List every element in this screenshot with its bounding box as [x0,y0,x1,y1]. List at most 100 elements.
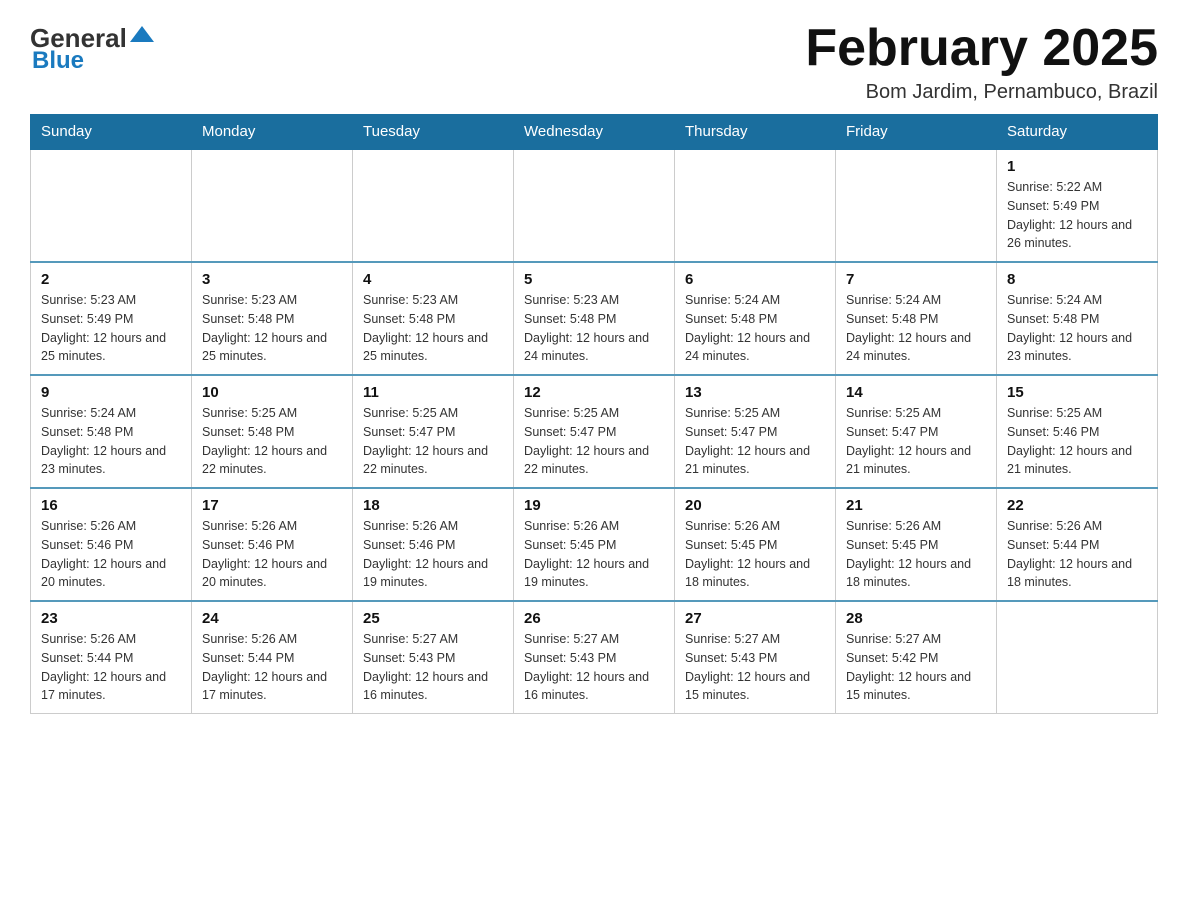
calendar-cell: 14 Sunrise: 5:25 AMSunset: 5:47 PMDayligh… [836,375,997,488]
calendar-cell: 20 Sunrise: 5:26 AMSunset: 5:45 PMDayligh… [675,488,836,601]
calendar-cell [31,149,192,262]
calendar-cell: 23 Sunrise: 5:26 AMSunset: 5:44 PMDayligh… [31,601,192,714]
calendar-cell: 1Sunrise: 5:22 AMSunset: 5:49 PMDaylight… [997,149,1158,262]
calendar-cell: 5Sunrise: 5:23 AMSunset: 5:48 PMDaylight… [514,262,675,375]
day-info: Sunrise: 5:24 AMSunset: 5:48 PMDaylight:… [685,291,825,366]
day-info: Sunrise: 5:26 AMSunset: 5:44 PMDaylight:… [41,630,181,705]
day-number: 3 [202,271,342,288]
calendar-cell: 9 Sunrise: 5:24 AMSunset: 5:48 PMDaylight… [31,375,192,488]
page-header: General Blue February 2025 Bom Jardim, P… [30,20,1158,104]
day-info: Sunrise: 5:24 AMSunset: 5:48 PMDaylight:… [1007,291,1147,366]
header-tuesday: Tuesday [353,115,514,150]
calendar-cell: 27 Sunrise: 5:27 AMSunset: 5:43 PMDayligh… [675,601,836,714]
calendar-cell: 22 Sunrise: 5:26 AMSunset: 5:44 PMDayligh… [997,488,1158,601]
day-info: Sunrise: 5:26 AMSunset: 5:44 PMDaylight:… [1007,517,1147,592]
calendar-cell: 13Sunrise: 5:25 AMSunset: 5:47 PMDayligh… [675,375,836,488]
day-number: 16 [41,497,181,514]
calendar-cell: 7Sunrise: 5:24 AMSunset: 5:48 PMDaylight… [836,262,997,375]
calendar-cell [192,149,353,262]
day-number: 15 [1007,384,1147,401]
calendar-cell: 15 Sunrise: 5:25 AMSunset: 5:46 PMDayligh… [997,375,1158,488]
day-info: Sunrise: 5:25 AMSunset: 5:47 PMDaylight:… [846,404,986,479]
calendar-cell: 24 Sunrise: 5:26 AMSunset: 5:44 PMDayligh… [192,601,353,714]
day-info: Sunrise: 5:25 AMSunset: 5:47 PMDaylight:… [524,404,664,479]
calendar-cell: 8 Sunrise: 5:24 AMSunset: 5:48 PMDaylight… [997,262,1158,375]
header-monday: Monday [192,115,353,150]
day-number: 19 [524,497,664,514]
location-title: Bom Jardim, Pernambuco, Brazil [805,81,1158,104]
day-number: 22 [1007,497,1147,514]
header-thursday: Thursday [675,115,836,150]
day-info: Sunrise: 5:26 AMSunset: 5:45 PMDaylight:… [524,517,664,592]
calendar-week-3: 9 Sunrise: 5:24 AMSunset: 5:48 PMDaylight… [31,375,1158,488]
day-number: 4 [363,271,503,288]
day-number: 20 [685,497,825,514]
header-saturday: Saturday [997,115,1158,150]
day-number: 5 [524,271,664,288]
title-section: February 2025 Bom Jardim, Pernambuco, Br… [805,20,1158,104]
day-info: Sunrise: 5:25 AMSunset: 5:47 PMDaylight:… [363,404,503,479]
day-number: 8 [1007,271,1147,288]
day-number: 11 [363,384,503,401]
calendar-cell: 3 Sunrise: 5:23 AMSunset: 5:48 PMDaylight… [192,262,353,375]
day-number: 21 [846,497,986,514]
calendar-cell: 6 Sunrise: 5:24 AMSunset: 5:48 PMDaylight… [675,262,836,375]
day-number: 7 [846,271,986,288]
day-number: 23 [41,610,181,627]
day-info: Sunrise: 5:27 AMSunset: 5:43 PMDaylight:… [524,630,664,705]
month-title: February 2025 [805,20,1158,77]
calendar-cell: 17Sunrise: 5:26 AMSunset: 5:46 PMDayligh… [192,488,353,601]
day-number: 14 [846,384,986,401]
day-info: Sunrise: 5:26 AMSunset: 5:46 PMDaylight:… [41,517,181,592]
day-info: Sunrise: 5:22 AMSunset: 5:49 PMDaylight:… [1007,178,1147,253]
day-number: 27 [685,610,825,627]
calendar-cell [353,149,514,262]
day-number: 25 [363,610,503,627]
calendar-cell: 2 Sunrise: 5:23 AMSunset: 5:49 PMDaylight… [31,262,192,375]
calendar-cell: 19 Sunrise: 5:26 AMSunset: 5:45 PMDayligh… [514,488,675,601]
calendar-cell: 28 Sunrise: 5:27 AMSunset: 5:42 PMDayligh… [836,601,997,714]
calendar-cell: 12Sunrise: 5:25 AMSunset: 5:47 PMDayligh… [514,375,675,488]
header-friday: Friday [836,115,997,150]
day-info: Sunrise: 5:23 AMSunset: 5:49 PMDaylight:… [41,291,181,366]
day-info: Sunrise: 5:27 AMSunset: 5:43 PMDaylight:… [685,630,825,705]
day-number: 10 [202,384,342,401]
calendar-cell [836,149,997,262]
day-info: Sunrise: 5:25 AMSunset: 5:47 PMDaylight:… [685,404,825,479]
calendar-header-row: Sunday Monday Tuesday Wednesday Thursday… [31,115,1158,150]
day-number: 24 [202,610,342,627]
logo: General Blue [30,25,154,75]
day-number: 17 [202,497,342,514]
logo-blue: Blue [32,47,84,75]
day-info: Sunrise: 5:26 AMSunset: 5:45 PMDaylight:… [685,517,825,592]
day-number: 26 [524,610,664,627]
calendar-cell [675,149,836,262]
day-info: Sunrise: 5:25 AMSunset: 5:46 PMDaylight:… [1007,404,1147,479]
day-info: Sunrise: 5:26 AMSunset: 5:44 PMDaylight:… [202,630,342,705]
calendar-week-4: 16 Sunrise: 5:26 AMSunset: 5:46 PMDayligh… [31,488,1158,601]
calendar-cell: 11 Sunrise: 5:25 AMSunset: 5:47 PMDayligh… [353,375,514,488]
day-number: 28 [846,610,986,627]
day-info: Sunrise: 5:27 AMSunset: 5:42 PMDaylight:… [846,630,986,705]
day-info: Sunrise: 5:27 AMSunset: 5:43 PMDaylight:… [363,630,503,705]
day-info: Sunrise: 5:25 AMSunset: 5:48 PMDaylight:… [202,404,342,479]
day-number: 9 [41,384,181,401]
calendar-cell: 25 Sunrise: 5:27 AMSunset: 5:43 PMDayligh… [353,601,514,714]
calendar-week-1: 1Sunrise: 5:22 AMSunset: 5:49 PMDaylight… [31,149,1158,262]
day-number: 18 [363,497,503,514]
calendar-cell [997,601,1158,714]
day-number: 6 [685,271,825,288]
day-number: 2 [41,271,181,288]
calendar-cell: 10 Sunrise: 5:25 AMSunset: 5:48 PMDayligh… [192,375,353,488]
day-info: Sunrise: 5:23 AMSunset: 5:48 PMDaylight:… [363,291,503,366]
day-info: Sunrise: 5:26 AMSunset: 5:45 PMDaylight:… [846,517,986,592]
header-sunday: Sunday [31,115,192,150]
calendar-week-5: 23 Sunrise: 5:26 AMSunset: 5:44 PMDayligh… [31,601,1158,714]
calendar-table: Sunday Monday Tuesday Wednesday Thursday… [30,114,1158,714]
day-info: Sunrise: 5:26 AMSunset: 5:46 PMDaylight:… [363,517,503,592]
calendar-cell: 4 Sunrise: 5:23 AMSunset: 5:48 PMDaylight… [353,262,514,375]
day-info: Sunrise: 5:23 AMSunset: 5:48 PMDaylight:… [202,291,342,366]
calendar-week-2: 2 Sunrise: 5:23 AMSunset: 5:49 PMDaylight… [31,262,1158,375]
calendar-cell: 26 Sunrise: 5:27 AMSunset: 5:43 PMDayligh… [514,601,675,714]
day-info: Sunrise: 5:24 AMSunset: 5:48 PMDaylight:… [41,404,181,479]
